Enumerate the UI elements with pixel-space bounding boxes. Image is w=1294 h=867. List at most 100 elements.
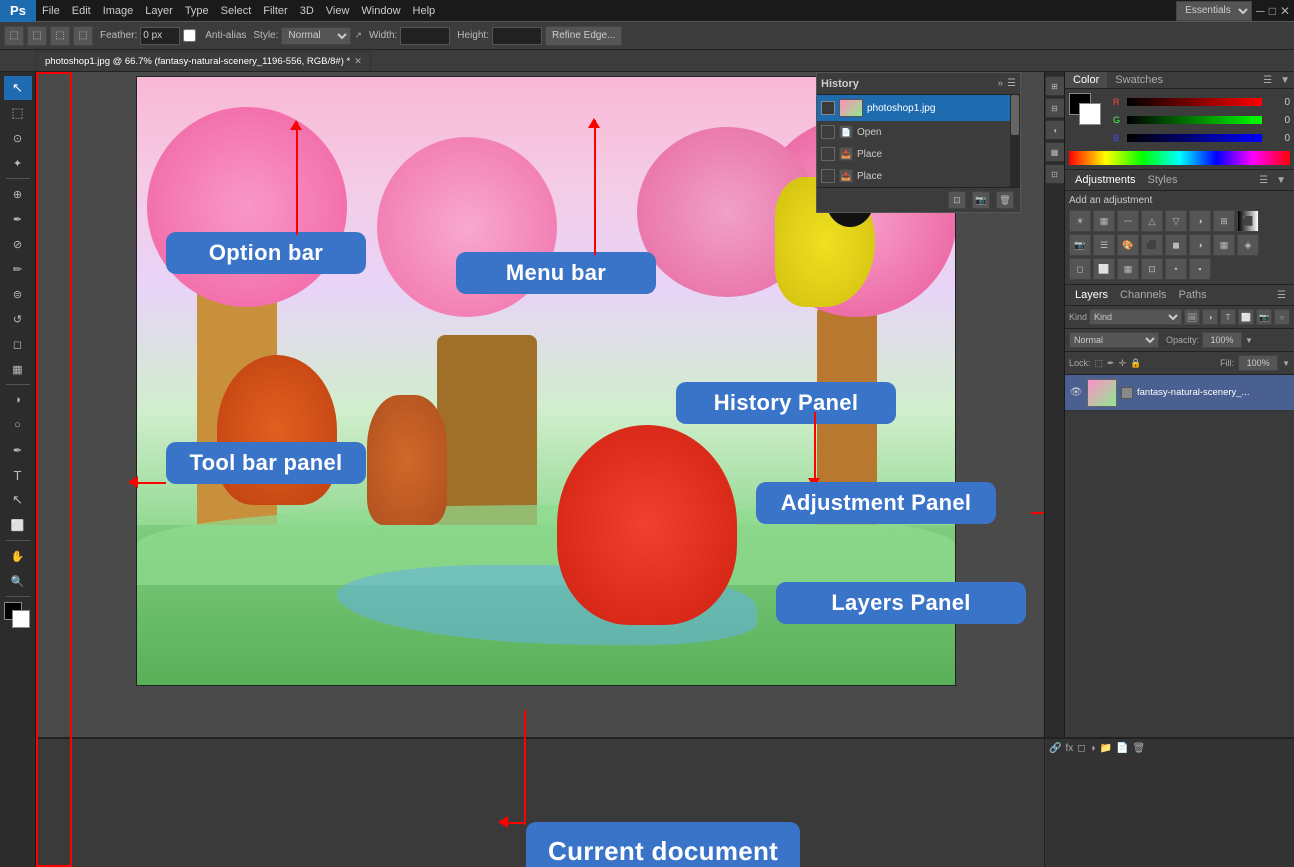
path-select-tool[interactable]: ↖ (4, 488, 32, 512)
filter-toggle[interactable]: ○ (1274, 309, 1290, 325)
b-slider[interactable] (1127, 134, 1262, 142)
anti-alias-checkbox[interactable] (183, 29, 196, 42)
gradient-tool[interactable]: ▦ (4, 357, 32, 381)
panel-icon-4[interactable]: ▦ (1045, 142, 1065, 162)
marquee-type-btn[interactable]: ⬚ (27, 26, 47, 46)
opacity-input[interactable] (1202, 332, 1242, 348)
background-color[interactable] (12, 610, 30, 628)
adj-invert-icon[interactable]: ⬛ (1141, 234, 1163, 256)
adj-curves-icon[interactable]: 〰 (1117, 210, 1139, 232)
adj-brightness-icon[interactable]: ☀ (1069, 210, 1091, 232)
adj-hue-icon[interactable]: ◑ (1189, 210, 1211, 232)
bottom-trash-icon[interactable]: 🗑 (1133, 743, 1146, 754)
adj-solid-icon[interactable]: ⬜ (1093, 258, 1115, 280)
lock-px-icon[interactable]: ⬚ (1095, 358, 1104, 369)
history-item-0[interactable]: photoshop1.jpg (817, 95, 1010, 121)
lock-pos-icon[interactable]: ✛ (1119, 358, 1127, 369)
adj-exposure-icon[interactable]: △ (1141, 210, 1163, 232)
menu-filter[interactable]: Filter (257, 0, 293, 22)
minimize-btn[interactable]: ─ (1256, 4, 1265, 18)
layers-tab[interactable]: Layers (1069, 287, 1114, 303)
healing-tool[interactable]: ⊘ (4, 232, 32, 256)
history-snap-checkbox-3[interactable] (821, 169, 835, 183)
workspace-dropdown[interactable]: Essentials (1176, 1, 1252, 21)
panel-icon-1[interactable]: ⊞ (1045, 76, 1065, 96)
menu-select[interactable]: Select (215, 0, 258, 22)
height-input[interactable] (492, 27, 542, 45)
bottom-folder-icon[interactable]: 📁 (1100, 743, 1112, 754)
lock-all-icon[interactable]: 🔒 (1130, 358, 1141, 369)
panel-icon-5[interactable]: ⊡ (1045, 164, 1065, 184)
g-slider[interactable] (1127, 116, 1262, 124)
adj-colorbalance-icon[interactable]: ⊞ (1213, 210, 1235, 232)
bottom-fx-icon[interactable]: fx (1065, 743, 1073, 754)
move-tool[interactable]: ↖ (4, 76, 32, 100)
marquee-tool[interactable]: ⬚ (4, 101, 32, 125)
color-collapse-icon[interactable]: ▼ (1276, 75, 1294, 86)
close-btn[interactable]: ✕ (1280, 4, 1290, 18)
adjustments-tab[interactable]: Adjustments (1069, 172, 1142, 188)
fill-input[interactable] (1238, 355, 1278, 371)
pen-tool[interactable]: ✒ (4, 438, 32, 462)
filter-shape-icon[interactable]: ⬜ (1238, 309, 1254, 325)
color-tab[interactable]: Color (1065, 72, 1107, 88)
adj-gradient-icon[interactable]: ▦ (1117, 258, 1139, 280)
maximize-btn[interactable]: □ (1269, 4, 1276, 18)
menu-image[interactable]: Image (97, 0, 140, 22)
history-snap-checkbox-0[interactable] (821, 101, 835, 115)
filter-pixel-icon[interactable]: 🖼 (1184, 309, 1200, 325)
hand-tool[interactable]: ✋ (4, 544, 32, 568)
adj-channel-mix-icon[interactable]: ☰ (1093, 234, 1115, 256)
magic-wand-tool[interactable]: ✦ (4, 151, 32, 175)
history-item-3[interactable]: 📥 Place (817, 165, 1010, 187)
adj-bw-icon[interactable]: ⬛ (1237, 210, 1259, 232)
adj-threshold-icon[interactable]: ◑ (1189, 234, 1211, 256)
crop-tool[interactable]: ⊕ (4, 182, 32, 206)
brush-tool[interactable]: ✏ (4, 257, 32, 281)
layers-menu-icon[interactable]: ☰ (1273, 290, 1290, 301)
menu-help[interactable]: Help (407, 0, 442, 22)
panel-icon-2[interactable]: ⊟ (1045, 98, 1065, 118)
refine-edge-button[interactable]: Refine Edge... (545, 26, 622, 46)
menu-file[interactable]: File (36, 0, 66, 22)
menu-view[interactable]: View (320, 0, 356, 22)
adj-photo-icon[interactable]: 📷 (1069, 234, 1091, 256)
adj-gradient-map-icon[interactable]: ▦ (1213, 234, 1235, 256)
adj-vib-icon[interactable]: ▽ (1165, 210, 1187, 232)
marquee-option2-btn[interactable]: ⬚ (73, 26, 93, 46)
feather-input[interactable] (140, 27, 180, 45)
eyedropper-tool[interactable]: ✒ (4, 207, 32, 231)
lock-brush-icon[interactable]: ✒ (1107, 358, 1115, 369)
history-snap-checkbox-2[interactable] (821, 147, 835, 161)
color-spectrum[interactable] (1069, 151, 1290, 165)
blend-mode-select[interactable]: Normal (1069, 332, 1159, 348)
filter-smart-icon[interactable]: 📷 (1256, 309, 1272, 325)
history-item-2[interactable]: 📥 Place (817, 143, 1010, 165)
menu-window[interactable]: Window (355, 0, 406, 22)
width-input[interactable] (400, 27, 450, 45)
shape-tool[interactable]: ⬜ (4, 513, 32, 537)
adjustments-menu-icon[interactable]: ☰ (1255, 175, 1272, 186)
bottom-adj-icon[interactable]: ◑ (1090, 743, 1096, 754)
history-delete-btn[interactable]: 🗑 (996, 191, 1014, 209)
adj-posterize-icon[interactable]: ◼ (1165, 234, 1187, 256)
adj-extra1-icon[interactable]: ▪ (1189, 258, 1211, 280)
marquee-option-btn[interactable]: ⬚ (50, 26, 70, 46)
filter-type-icon[interactable]: T (1220, 309, 1236, 325)
adj-color-lookup-icon[interactable]: 🎨 (1117, 234, 1139, 256)
history-snapshot-btn[interactable]: ⊡ (948, 191, 966, 209)
menu-3d[interactable]: 3D (294, 0, 320, 22)
marquee-tool-btn[interactable]: ⬚ (4, 26, 24, 46)
lasso-tool[interactable]: ⊙ (4, 126, 32, 150)
eraser-tool[interactable]: ◻ (4, 332, 32, 356)
tab-close-icon[interactable]: ✕ (354, 56, 362, 67)
opacity-arrow[interactable]: ▼ (1245, 336, 1253, 345)
layer-row-0[interactable]: 👁 fantasy-natural-scenery_... (1065, 375, 1294, 411)
type-tool[interactable]: T (4, 463, 32, 487)
adj-levels-icon[interactable]: ▦ (1093, 210, 1115, 232)
paths-tab[interactable]: Paths (1173, 287, 1213, 303)
menu-type[interactable]: Type (179, 0, 215, 22)
menu-layer[interactable]: Layer (139, 0, 179, 22)
bottom-link-icon[interactable]: 🔗 (1049, 743, 1061, 754)
adj-selective-icon[interactable]: ◈ (1237, 234, 1259, 256)
